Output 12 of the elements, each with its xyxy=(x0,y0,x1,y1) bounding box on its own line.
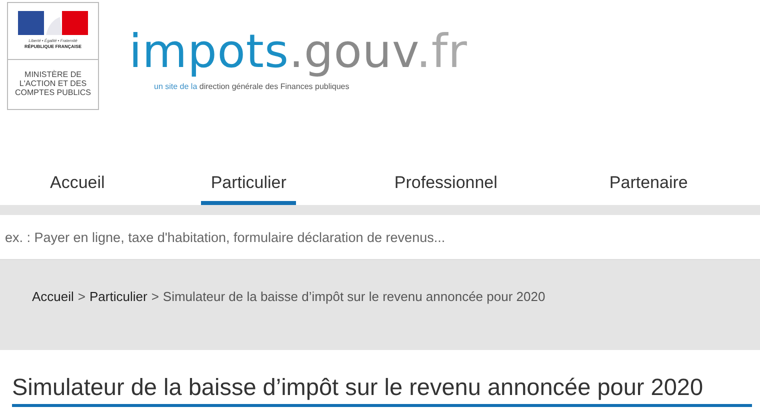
site-tagline: un site de la direction générale des Finances publiques xyxy=(154,82,350,91)
breadcrumb-current: Simulateur de la baisse d’impôt sur le revenu annoncée pour 2020 xyxy=(162,289,546,304)
page-title: Simulateur de la baisse d’impôt sur le revenu annoncée pour 2020 xyxy=(12,372,752,407)
breadcrumb-link[interactable]: Particulier xyxy=(90,289,148,304)
nav-tab[interactable]: Partenaire xyxy=(599,165,698,205)
nav-tab[interactable]: Accueil xyxy=(40,165,115,205)
ministry-name: MINISTÈRE DE L'ACTION ET DES COMPTES PUBLICS xyxy=(14,69,92,97)
breadcrumb-separator: > xyxy=(151,289,159,304)
breadcrumb-link[interactable]: Accueil xyxy=(32,289,74,304)
flag-icon xyxy=(18,11,88,35)
nav-tab[interactable]: Professionnel xyxy=(384,165,508,205)
breadcrumb-separator: > xyxy=(78,289,86,304)
